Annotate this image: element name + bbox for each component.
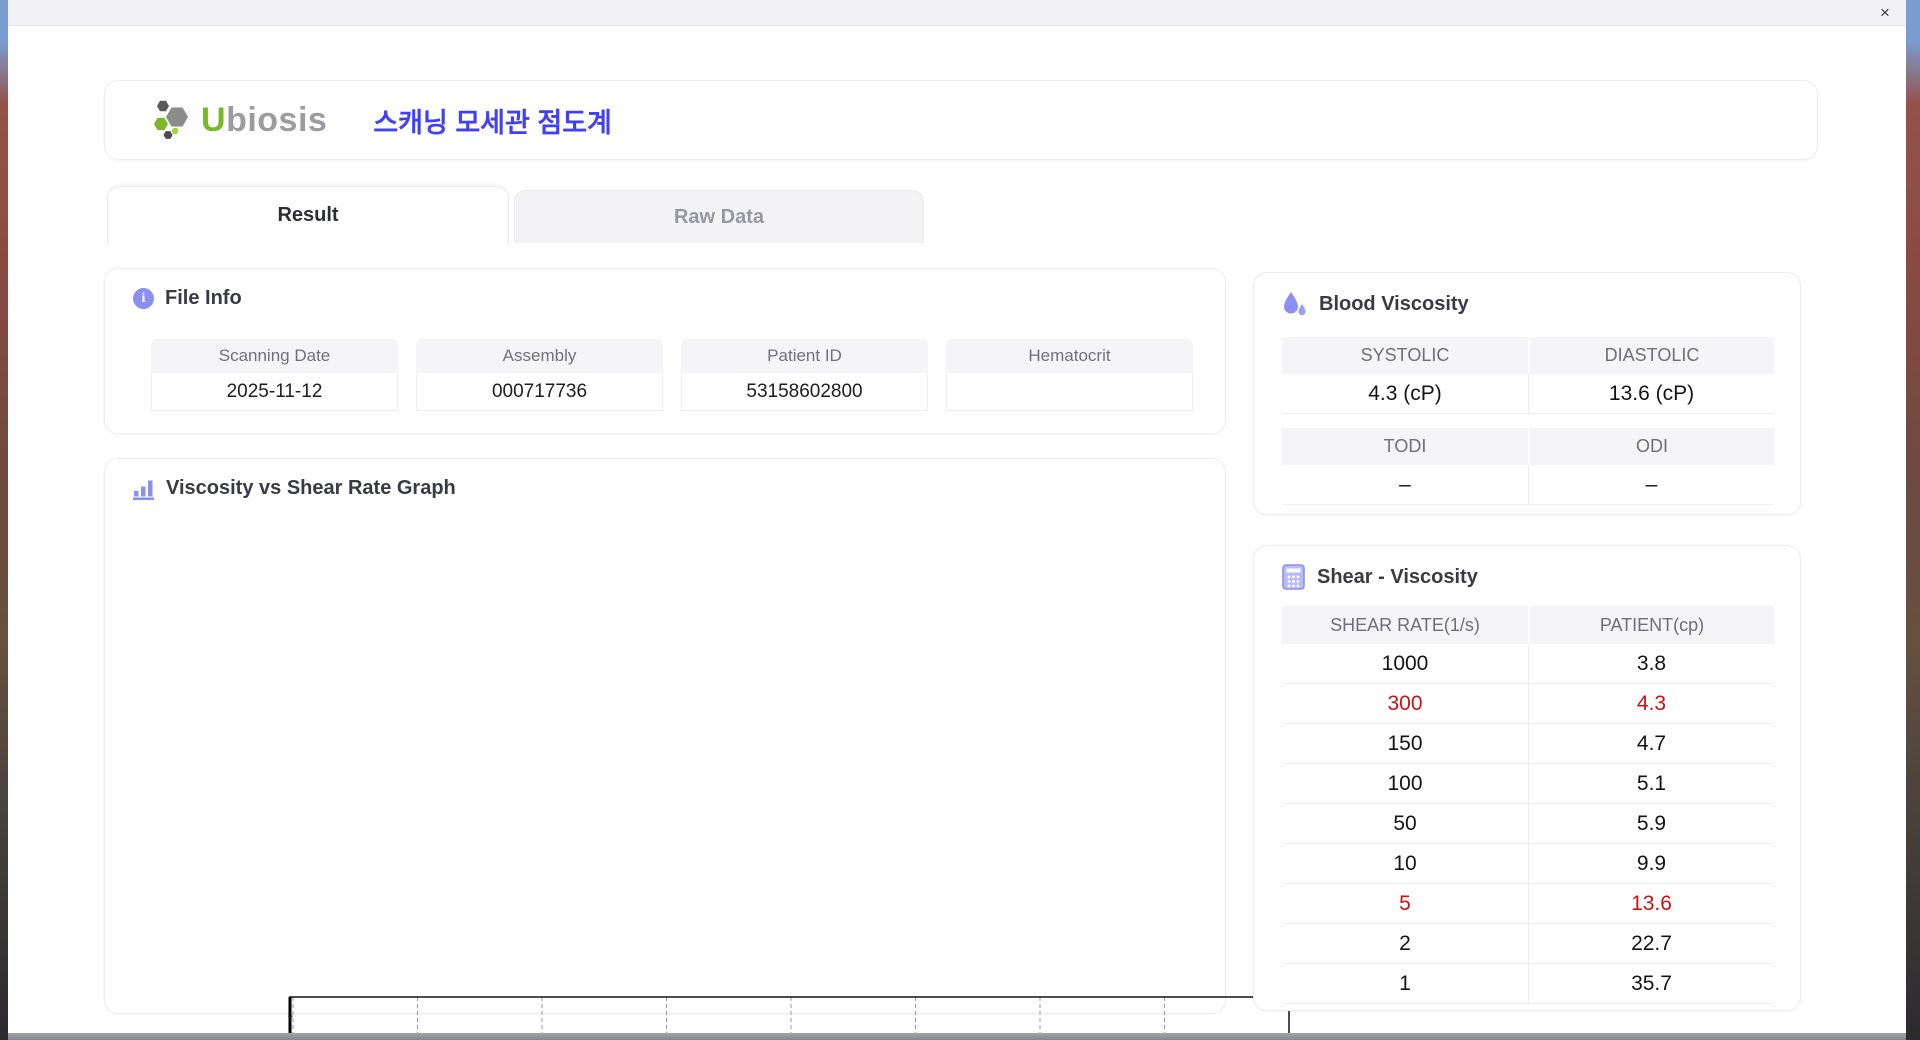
patient-value-cell: 35.7 <box>1528 964 1774 1004</box>
patient-value-cell: 5.1 <box>1528 764 1774 804</box>
file-info-field: Assembly 000717736 <box>416 339 663 411</box>
window-titlebar: × <box>8 0 1906 26</box>
value-cell: – <box>1282 465 1528 505</box>
header-card: Ubiosis 스캐닝 모세관 점도계 <box>104 80 1818 160</box>
blood-viscosity-header-row: TODI ODI <box>1282 428 1774 465</box>
file-info-field: Patient ID 53158602800 <box>681 339 928 411</box>
field-value: 2025-11-12 <box>151 373 398 411</box>
table-row: 5 13.6 <box>1282 884 1774 924</box>
patient-value-cell: 3.8 <box>1528 644 1774 684</box>
table-row: 100 5.1 <box>1282 764 1774 804</box>
shear-rate-column-header: SHEAR RATE(1/s) <box>1282 606 1528 644</box>
patient-value-cell: 13.6 <box>1528 884 1774 924</box>
header-cell: TODI <box>1282 428 1528 465</box>
app-window: × Ubiosis 스캐닝 모세관 점도계 Result Raw Data i … <box>8 0 1906 1040</box>
shear-viscosity-title: Shear - Viscosity <box>1317 565 1478 588</box>
patient-value-cell: 9.9 <box>1528 844 1774 884</box>
file-info-card: i File Info Scanning Date 2025-11-12 Assem… <box>104 268 1226 434</box>
value-cell: 4.3 (cP) <box>1282 374 1528 414</box>
table-row: 150 4.7 <box>1282 724 1774 764</box>
field-value <box>946 373 1193 411</box>
graph-card: Viscosity vs Shear Rate Graph 1020304012… <box>104 458 1290 1040</box>
file-info-field: Hematocrit <box>946 339 1193 411</box>
blood-viscosity-card: Blood Viscosity SYSTOLIC DIASTOLIC 4.3 (cP… <box>1253 272 1801 515</box>
field-label: Hematocrit <box>946 339 1193 373</box>
blood-viscosity-value-row: – – <box>1282 465 1774 505</box>
value-cell: – <box>1528 465 1774 505</box>
blood-viscosity-title: Blood Viscosity <box>1319 292 1469 315</box>
shear-viscosity-table: SHEAR RATE(1/s) PATIENT(cp) 1000 3.8 300 4.… <box>1282 606 1774 1004</box>
blood-drops-icon <box>1284 292 1306 316</box>
patient-value-cell: 5.9 <box>1528 804 1774 844</box>
window-bottom-edge <box>8 1033 1906 1040</box>
shear-rate-cell: 10 <box>1282 844 1528 884</box>
blood-viscosity-header-row: SYSTOLIC DIASTOLIC <box>1282 337 1774 374</box>
shear-rate-cell: 1 <box>1282 964 1528 1004</box>
file-info-field: Scanning Date 2025-11-12 <box>151 339 398 411</box>
tab-raw-data[interactable]: Raw Data <box>514 190 924 243</box>
patient-value-cell: 22.7 <box>1528 924 1774 964</box>
patient-value-cell: 4.3 <box>1528 684 1774 724</box>
shear-table-body: 1000 3.8 300 4.3 150 4.7 100 5.1 50 5.9 10 9.9 5 13.6… <box>1282 644 1774 1004</box>
shear-rate-cell: 2 <box>1282 924 1528 964</box>
page-title: 스캐닝 모세관 점도계 <box>373 107 612 138</box>
shear-rate-cell: 300 <box>1282 684 1528 724</box>
patient-value-cell: 4.7 <box>1528 724 1774 764</box>
logo-letter-u: U <box>201 100 227 139</box>
shear-rate-cell: 50 <box>1282 804 1528 844</box>
shear-rate-cell: 150 <box>1282 724 1528 764</box>
table-row: 10 9.9 <box>1282 844 1774 884</box>
info-icon: i <box>133 288 154 309</box>
blood-viscosity-table: SYSTOLIC DIASTOLIC 4.3 (cP) 13.6 (cP) TODI OD… <box>1282 337 1774 505</box>
tab-result[interactable]: Result <box>107 186 509 243</box>
header-cell: SYSTOLIC <box>1282 337 1528 374</box>
logo-letters-biosis: biosis <box>226 100 328 139</box>
graph-title: Viscosity vs Shear Rate Graph <box>166 477 456 499</box>
shear-rate-cell: 1000 <box>1282 644 1528 684</box>
bar-chart-icon <box>133 480 154 500</box>
table-row: 1000 3.8 <box>1282 644 1774 684</box>
ubiosis-logo-icon <box>154 100 188 139</box>
shear-rate-cell: 100 <box>1282 764 1528 804</box>
table-row: 50 5.9 <box>1282 804 1774 844</box>
value-cell: 13.6 (cP) <box>1528 374 1774 414</box>
viscosity-chart: 102030401251050100150300100035.722.713.6… <box>288 996 1290 1040</box>
table-row: 1 35.7 <box>1282 964 1774 1004</box>
table-row: 300 4.3 <box>1282 684 1774 724</box>
shear-rate-cell: 5 <box>1282 884 1528 924</box>
field-label: Patient ID <box>681 339 928 373</box>
screen: × Ubiosis 스캐닝 모세관 점도계 Result Raw Data i … <box>0 0 1920 1040</box>
blood-viscosity-group: TODI ODI – – <box>1282 428 1774 505</box>
field-label: Scanning Date <box>151 339 398 373</box>
logo-text: Ubiosis <box>201 101 327 140</box>
viscosity-chart-wrap: 102030401251050100150300100035.722.713.6… <box>247 977 1327 1040</box>
calculator-icon <box>1282 564 1305 590</box>
shear-viscosity-card: Shear - Viscosity SHEAR RATE(1/s) PATIEN… <box>1253 545 1801 1011</box>
logo: Ubiosis <box>151 97 327 143</box>
patient-column-header: PATIENT(cp) <box>1528 606 1774 644</box>
header-cell: ODI <box>1528 428 1774 465</box>
file-info-grid: Scanning Date 2025-11-12 Assembly 000717736… <box>151 339 1193 411</box>
field-label: Assembly <box>416 339 663 373</box>
field-value: 53158602800 <box>681 373 928 411</box>
blood-viscosity-group: SYSTOLIC DIASTOLIC 4.3 (cP) 13.6 (cP) <box>1282 337 1774 414</box>
field-value: 000717736 <box>416 373 663 411</box>
shear-table-header: SHEAR RATE(1/s) PATIENT(cp) <box>1282 606 1774 644</box>
file-info-title: File Info <box>165 287 242 309</box>
blood-viscosity-value-row: 4.3 (cP) 13.6 (cP) <box>1282 374 1774 414</box>
header-cell: DIASTOLIC <box>1528 337 1774 374</box>
close-icon[interactable]: × <box>1874 2 1896 24</box>
table-row: 2 22.7 <box>1282 924 1774 964</box>
